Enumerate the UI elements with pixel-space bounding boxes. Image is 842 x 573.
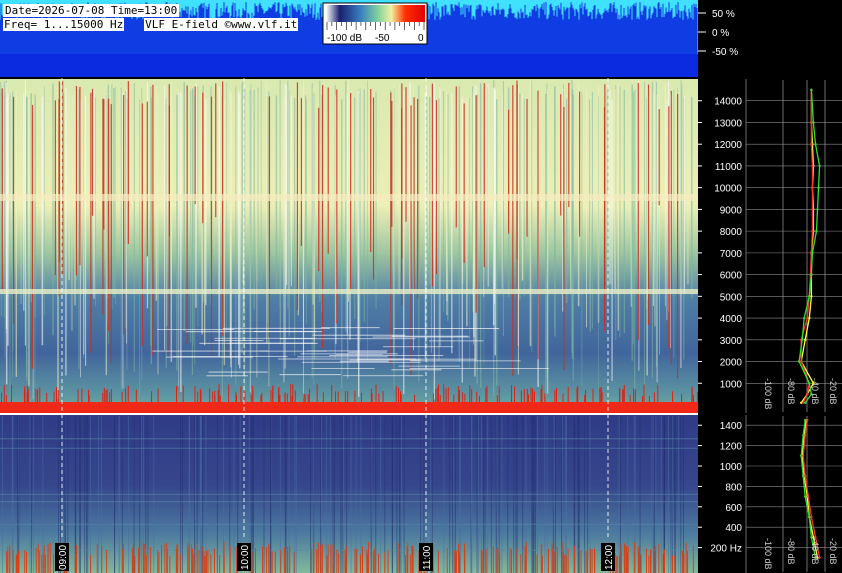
profile-point xyxy=(803,316,806,320)
upper-y-tick-label: 10000 xyxy=(714,184,742,195)
waveform-scale-label: 50 % xyxy=(712,9,735,20)
lower-y-tick-label: 600 xyxy=(725,503,742,514)
profile-point xyxy=(802,434,805,437)
time-tick-label: 10:00 xyxy=(240,545,251,570)
profile-point xyxy=(800,454,803,457)
freq-range-label: Freq= 1...15000 Hz xyxy=(3,18,125,31)
mains-hum-band xyxy=(0,402,698,413)
profile-point xyxy=(816,208,819,211)
lower-y-tick-label: 1200 xyxy=(720,442,743,453)
profile-point xyxy=(804,418,807,422)
profile-db-label: -40 dB xyxy=(810,538,820,565)
upper-y-tick-label: 4000 xyxy=(720,314,743,325)
profile-point xyxy=(808,515,811,519)
profile-db-label: -100 dB xyxy=(763,538,773,570)
waveform-scale-label: -50 % xyxy=(712,47,738,58)
spectrogram-chart: 09:00 10:00 11:00 12:00 -100 dB -50 0 50 % 0… xyxy=(0,0,842,573)
profile-point xyxy=(801,338,804,341)
right-axes: 50 % 0 % -50 % 1000 2000 3000 4000 5000 6000 7000… xyxy=(698,9,842,573)
profile-point xyxy=(814,143,817,146)
profile-point xyxy=(804,495,807,498)
profile-point xyxy=(817,186,820,189)
upper-y-tick-label: 3000 xyxy=(720,336,743,347)
profile-point xyxy=(818,164,821,168)
colorbar-label-min: -100 dB xyxy=(327,33,362,44)
profile-point xyxy=(815,229,818,233)
profile-point xyxy=(812,121,815,124)
upper-y-tick-label: 11000 xyxy=(715,162,743,173)
datetime-label: Date=2026-07-08 Time=13:00 xyxy=(3,4,180,17)
upper-y-tick-label: 7000 xyxy=(720,249,743,260)
profile-point xyxy=(808,295,811,298)
lower-y-tick-label: 200 Hz xyxy=(710,544,742,555)
profile-point xyxy=(797,360,801,363)
profile-point xyxy=(807,495,810,498)
upper-y-tick-label: 5000 xyxy=(720,292,743,303)
upper-profile-panel xyxy=(746,79,842,413)
colorbar-label-mid: -50 xyxy=(375,33,390,44)
band-9500hz xyxy=(0,194,698,201)
profile-point xyxy=(804,401,807,404)
frequency-info: Freq= 1...15000 Hz VLF E-field ©www.vlf.… xyxy=(3,18,299,31)
profile-point xyxy=(806,418,809,422)
waveform-scale-label: 0 % xyxy=(712,28,729,39)
profile-db-label: -20 dB xyxy=(828,378,838,405)
upper-y-tick-label: 14000 xyxy=(714,97,742,108)
vlf-spectrogram-screen: 09:00 10:00 11:00 12:00 -100 dB -50 0 50 % 0… xyxy=(0,0,842,573)
upper-y-tick-label: 2000 xyxy=(720,358,743,369)
profile-point xyxy=(811,208,814,211)
lower-y-tick-label: 1400 xyxy=(720,421,743,432)
profile-point xyxy=(806,316,809,320)
profile-point xyxy=(810,143,813,146)
profile-db-label: -100 dB xyxy=(763,378,773,410)
profile-db-label: -20 dB xyxy=(828,538,838,565)
profile-point xyxy=(810,273,813,276)
band-5300hz xyxy=(0,289,698,294)
upper-y-tick-label: 12000 xyxy=(714,140,742,151)
upper-y-tick-label: 13000 xyxy=(714,118,742,129)
upper-y-tick-label: 1000 xyxy=(720,379,743,390)
lower-y-tick-label: 400 xyxy=(725,523,742,534)
source-label: VLF E-field ©www.vlf.it xyxy=(144,18,299,31)
profile-point xyxy=(811,229,814,233)
profile-db-label: -80 dB xyxy=(786,538,796,565)
profile-point xyxy=(810,88,813,92)
profile-point xyxy=(810,295,813,298)
lower-y-tick-label: 1000 xyxy=(720,462,743,473)
panel-divider xyxy=(0,413,698,415)
profile-point xyxy=(806,392,809,396)
profile-point xyxy=(811,164,814,168)
waveform-baseline xyxy=(0,54,698,77)
upper-y-tick-label: 9000 xyxy=(720,205,743,216)
profile-point xyxy=(810,515,813,519)
profile-db-label: -80 dB xyxy=(786,378,796,405)
profile-point xyxy=(802,475,805,478)
upper-y-tick-label: 8000 xyxy=(720,227,743,238)
colorbar-label-max: 0 xyxy=(418,33,424,44)
profile-point xyxy=(811,186,814,189)
upper-y-tick-label: 6000 xyxy=(720,271,743,282)
colorbar xyxy=(326,5,425,22)
profile-db-label: -40 dB xyxy=(810,378,820,405)
profile-point xyxy=(804,338,807,341)
profile-point xyxy=(811,251,814,255)
lower-y-tick-label: 800 xyxy=(725,482,742,493)
time-tick-label: 12:00 xyxy=(604,545,615,570)
time-tick-label: 11:00 xyxy=(422,545,433,570)
time-tick-label: 09:00 xyxy=(58,545,69,570)
profile-point xyxy=(800,360,803,363)
